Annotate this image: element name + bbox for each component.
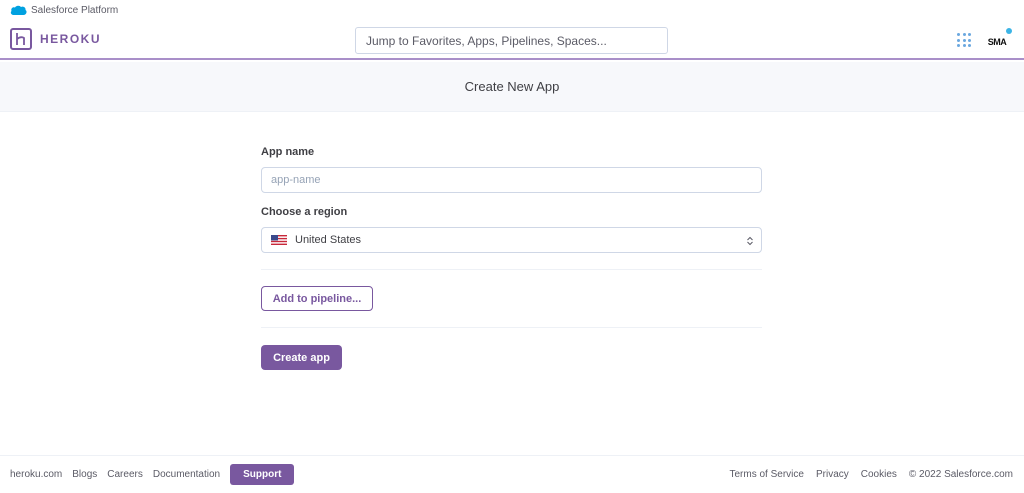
footer-right-links: Terms of Service Privacy Cookies © 2022 …: [718, 464, 1014, 485]
salesforce-cloud-icon: [10, 5, 27, 15]
footer-link-blogs[interactable]: Blogs: [72, 469, 97, 480]
page-header: Create New App: [0, 62, 1024, 112]
add-to-pipeline-button[interactable]: Add to pipeline...: [261, 286, 373, 311]
footer-link-terms[interactable]: Terms of Service: [730, 469, 804, 480]
platform-bar: Salesforce Platform: [0, 0, 1024, 20]
page-title: Create New App: [464, 79, 560, 94]
heroku-logo[interactable]: HEROKU: [10, 28, 101, 50]
divider: [261, 269, 762, 270]
footer-link-documentation[interactable]: Documentation: [153, 469, 220, 480]
app-name-input[interactable]: [261, 167, 762, 193]
platform-label: Salesforce Platform: [31, 4, 119, 16]
footer-link-cookies[interactable]: Cookies: [861, 469, 897, 480]
footer-link-privacy[interactable]: Privacy: [816, 469, 849, 480]
footer-link-heroku[interactable]: heroku.com: [10, 469, 62, 480]
footer: heroku.com Blogs Careers Documentation S…: [0, 455, 1024, 493]
heroku-logo-icon: [10, 28, 32, 50]
heroku-logo-text: HEROKU: [40, 32, 102, 46]
support-button[interactable]: Support: [230, 464, 295, 485]
divider: [261, 327, 762, 328]
region-value: United States: [295, 234, 362, 246]
create-app-button[interactable]: Create app: [261, 345, 342, 370]
footer-link-careers[interactable]: Careers: [107, 469, 143, 480]
select-chevron-icon: [747, 236, 753, 246]
app-name-label: App name: [261, 146, 315, 158]
notification-dot: [1006, 28, 1012, 34]
us-flag-icon: [271, 235, 287, 245]
region-label: Choose a region: [261, 206, 348, 218]
top-header: HEROKU SMA: [0, 20, 1024, 60]
footer-left-links: heroku.com Blogs Careers Documentation S…: [10, 464, 295, 485]
apps-grid-icon[interactable]: [957, 33, 971, 47]
copyright-text: © 2022 Salesforce.com: [908, 469, 1013, 480]
avatar-text: SMA: [987, 37, 1007, 47]
search-input[interactable]: [355, 27, 668, 54]
region-select[interactable]: United States: [261, 227, 762, 253]
